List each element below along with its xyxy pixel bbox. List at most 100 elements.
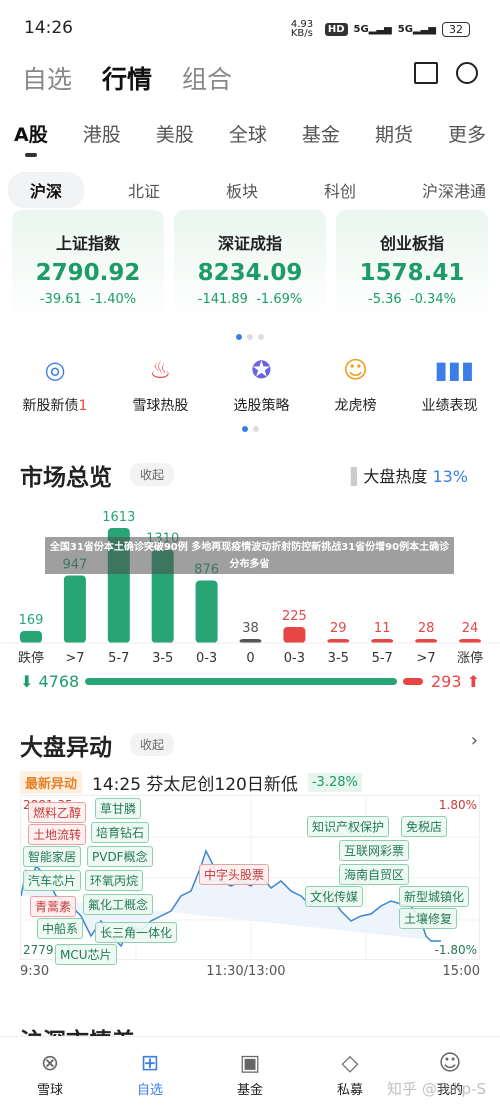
chevron-right-icon[interactable]: › <box>471 730 478 751</box>
bar-category-label: >7 <box>65 651 84 666</box>
bar <box>20 630 42 643</box>
net-speed: 4.93 KB/s <box>290 19 314 39</box>
watermark: 知乎 @Tulip-S <box>387 1080 486 1098</box>
event-tag[interactable]: PVDF概念 <box>87 846 153 867</box>
calendar-icon[interactable] <box>414 62 438 84</box>
shortcut-earnings[interactable]: ▮▮▮ 业绩表现 <box>421 355 477 415</box>
shortcut-screener[interactable]: ✪ 选股策略 <box>233 355 289 415</box>
high-pct: 1.80% <box>438 798 477 812</box>
news-banner[interactable]: 全国31省份本土确诊突破90例 多地再现疫情波动折射防控新挑战31省份增90例本… <box>45 537 454 574</box>
signal-icon: 5G▂▃▅ <box>397 23 436 35</box>
index-value: 8234.09 <box>197 260 303 286</box>
event-tag[interactable]: 土壤修复 <box>399 908 458 929</box>
event-tag[interactable]: 氟化工概念 <box>83 894 154 915</box>
bar-category-label: 跌停 <box>18 650 44 666</box>
tab-us[interactable]: 美股 <box>156 120 194 147</box>
bar-value-label: 38 <box>242 621 259 636</box>
shortcut-dragon[interactable]: ☺ 龙虎榜 <box>334 355 376 415</box>
event-tag[interactable]: 草甘膦 <box>95 798 142 819</box>
event-tag[interactable]: 培育钻石 <box>91 822 150 843</box>
tab-watchlist[interactable]: 自选 <box>22 60 72 96</box>
fund-chart-icon: ▣ <box>239 1051 261 1076</box>
event-tag[interactable]: 环氧丙烷 <box>85 870 144 891</box>
event-tag[interactable]: 知识产权保护 <box>307 816 390 837</box>
event-tag[interactable]: 中字头股票 <box>199 864 270 885</box>
nav-private[interactable]: ◇ 私募 <box>337 1051 363 1111</box>
event-tag[interactable]: 智能家居 <box>23 846 82 867</box>
event-tag[interactable]: 文化传媒 <box>305 886 364 907</box>
subtab-hushen[interactable]: 沪深 <box>8 172 85 208</box>
index-value: 2790.92 <box>35 260 141 286</box>
watchlist-plus-icon: ⊞ <box>140 1051 160 1076</box>
next-section-title: 沪深市情差 <box>20 1022 135 1036</box>
bar <box>63 575 86 643</box>
index-card[interactable]: 深证成指 8234.09 -141.89 -1.69% <box>174 210 326 320</box>
tab-more[interactable]: 更多 <box>448 120 486 147</box>
index-card[interactable]: 创业板指 1578.41 -5.36 -0.34% <box>336 210 488 320</box>
event-tag[interactable]: 汽车芯片 <box>23 870 82 891</box>
latest-badge: 最新异动 <box>20 771 83 794</box>
bottom-nav: ⊗ 雪球 ⊞ 自选 ▣ 基金 ◇ 私募 ☺ 我的 <box>0 1036 500 1111</box>
nav-fund[interactable]: ▣ 基金 <box>237 1051 263 1111</box>
event-tag[interactable]: 土地流转 <box>28 824 87 845</box>
subtab-beizheng[interactable]: 北证 <box>106 172 182 208</box>
index-card[interactable]: 上证指数 2790.92 -39.61 -1.40% <box>12 210 164 320</box>
index-change: -141.89 -1.69% <box>197 292 303 307</box>
index-change: -39.61 -1.40% <box>39 292 137 307</box>
event-tag[interactable]: 长三角一体化 <box>95 922 178 943</box>
shortcut-ipo[interactable]: ◎ 新股新债1 <box>23 355 88 415</box>
bulb-icon: ✪ <box>251 356 272 384</box>
shortcut-hot[interactable]: ♨ 雪球热股 <box>132 355 188 415</box>
subtab-star[interactable]: 科创 <box>302 172 378 208</box>
up-count: 293 ⬆ <box>430 672 480 691</box>
event-tag[interactable]: 燃料乙醇 <box>28 802 87 823</box>
tab-global[interactable]: 全球 <box>229 120 267 147</box>
latest-text: 14:25 芬太尼创120日新低 <box>92 775 298 795</box>
overview-title: 市场总览 <box>20 465 112 491</box>
bar-value-label: 29 <box>330 621 347 636</box>
tab-hk[interactable]: 港股 <box>83 120 121 147</box>
nav-xueqiu[interactable]: ⊗ 雪球 <box>37 1051 63 1111</box>
event-tag[interactable]: 免税店 <box>401 816 448 837</box>
bar-value-label: 24 <box>462 621 479 636</box>
event-tag[interactable]: 互联网彩票 <box>339 840 410 861</box>
event-tag[interactable]: MCU芯片 <box>55 944 117 965</box>
bar <box>195 580 218 643</box>
bar-value-label: 169 <box>19 613 44 628</box>
nav-watchlist[interactable]: ⊞ 自选 <box>137 1051 163 1111</box>
heat-indicator[interactable]: ▌大盘热度 13% <box>351 463 468 487</box>
xueqiu-icon: ⊗ <box>40 1051 60 1076</box>
event-tag[interactable]: 中船系 <box>37 918 84 939</box>
event-tag[interactable]: 青蒿素 <box>30 896 77 917</box>
bar-value-label: 28 <box>418 621 435 636</box>
event-tag[interactable]: 海南自贸区 <box>339 864 410 885</box>
intraday-chart[interactable]: 2881.35 2779.71 1.80% -1.80% 燃料乙醇 土地流转 青… <box>20 795 481 965</box>
tab-a-share[interactable]: A股 <box>14 120 48 157</box>
bar-category-label: 0 <box>246 651 254 666</box>
bar-value-label: 225 <box>282 609 307 624</box>
event-tag[interactable]: 新型城镇化 <box>399 886 470 907</box>
distribution-chart: 169跌停947>716135-713103-58760-33802250-32… <box>0 510 500 666</box>
search-icon[interactable] <box>456 62 478 84</box>
bar <box>239 639 262 643</box>
tab-portfolio[interactable]: 组合 <box>182 60 232 96</box>
movement-fold-button[interactable]: 收起 <box>130 733 175 756</box>
status-icons: 4.93 KB/s HD 5G▂▃▅ 5G▂▃▅ 32 <box>290 19 470 39</box>
tab-market[interactable]: 行情 <box>102 60 152 96</box>
tab-fund[interactable]: 基金 <box>302 120 340 147</box>
latest-movement[interactable]: 最新异动 14:25 芬太尼创120日新低 -3.28% <box>20 770 362 795</box>
tab-futures[interactable]: 期货 <box>375 120 413 147</box>
index-name: 深证成指 <box>217 234 282 253</box>
subtab-sector[interactable]: 板块 <box>204 172 280 208</box>
overview-fold-button[interactable]: 收起 <box>130 463 175 486</box>
subtab-connect[interactable]: 沪深港通 <box>400 172 492 208</box>
bar-category-label: 5-7 <box>372 651 393 666</box>
index-change: -5.36 -0.34% <box>368 292 456 307</box>
down-count: ⬇ 4768 <box>20 672 80 691</box>
index-cards: 上证指数 2790.92 -39.61 -1.40% 深证成指 8234.09 -141… <box>12 210 488 320</box>
bar-category-label: 涨停 <box>457 650 483 666</box>
sub-tabs: 沪深 北证 板块 科创 沪深港通 <box>8 172 492 208</box>
low-pct: -1.80% <box>434 943 477 957</box>
bar-value-label: 1613 <box>102 510 135 525</box>
bar-value-label: 11 <box>374 621 391 636</box>
